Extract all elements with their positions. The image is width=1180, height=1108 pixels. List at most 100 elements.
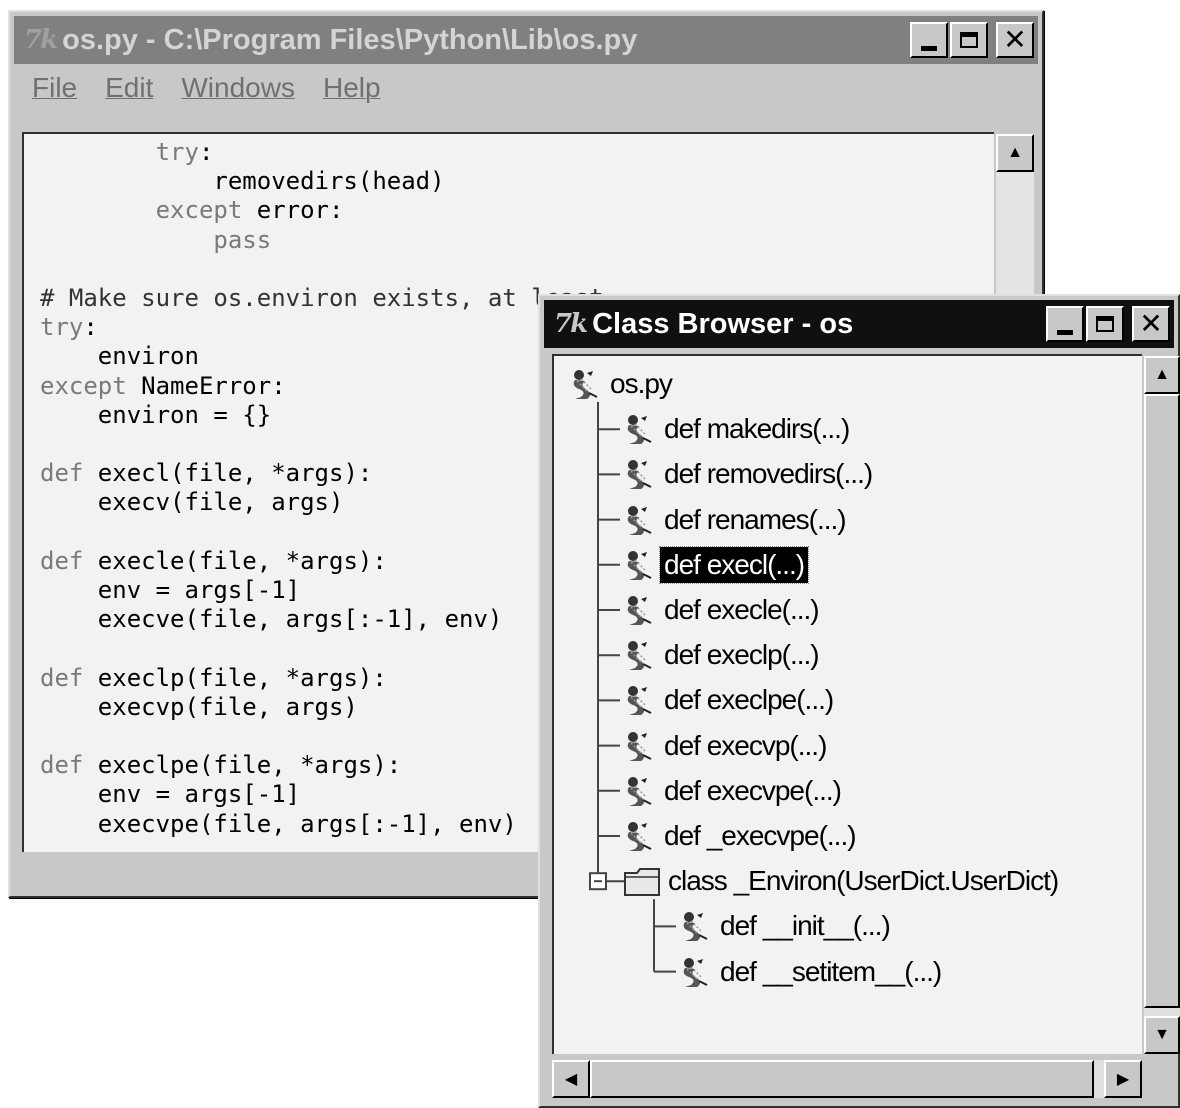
arrow-left-icon: ◀	[564, 1071, 578, 1088]
python-snake-icon	[618, 500, 658, 540]
arrow-right-icon: ▶	[1116, 1071, 1130, 1088]
tree-function-node[interactable]: def execlp(...)	[618, 635, 823, 675]
arrow-up-icon: ▲	[1007, 144, 1023, 161]
menu-windows[interactable]: Windows	[181, 72, 295, 104]
menu-edit[interactable]: Edit	[105, 72, 153, 104]
tree-method-node[interactable]: def __init__(...)	[674, 906, 894, 946]
tree-root-node[interactable]: os.py	[564, 364, 676, 404]
menu-help[interactable]: Help	[323, 72, 381, 104]
scroll-up-button[interactable]: ▲	[996, 134, 1034, 172]
minimize-button[interactable]	[1046, 306, 1084, 342]
tree-function-node[interactable]: def makedirs(...)	[618, 409, 853, 449]
tree-node-label: def execlpe(...)	[664, 684, 834, 716]
tree-node-label: def __init__(...)	[720, 910, 891, 942]
code-text-segment: # Make sure os.environ exists, at least	[40, 284, 604, 313]
menu-bar: File Edit Windows Help	[32, 72, 381, 104]
code-keyword: try	[40, 313, 84, 342]
code-line: # Make sure os.environ exists, at least	[40, 284, 604, 312]
scroll-left-button[interactable]: ◀	[552, 1060, 590, 1098]
python-snake-icon	[618, 726, 658, 766]
code-text-segment: execlp(file, *args):	[83, 663, 387, 692]
menu-file[interactable]: File	[32, 72, 77, 104]
code-text-segment: execv(file, args)	[97, 488, 344, 517]
code-keyword: def	[40, 546, 84, 575]
code-text: try: removedirs(head) except error: pass…	[40, 138, 604, 839]
code-text-segment: error:	[242, 196, 344, 225]
tree-node-label: def _execvpe(...)	[664, 820, 857, 851]
editor-titlebar[interactable]: 7k os.py - C:\Program Files\Python\Lib\o…	[14, 16, 1038, 64]
tree-function-node[interactable]: def removedirs(...)	[618, 454, 876, 494]
tree-function-node[interactable]: def execlpe(...)	[618, 680, 837, 720]
code-line: execvp(file, args)	[40, 693, 358, 721]
scroll-right-button[interactable]: ▶	[1104, 1060, 1142, 1098]
code-line: environ	[40, 342, 199, 370]
python-snake-icon	[674, 906, 714, 946]
code-text-segment: :	[198, 138, 214, 166]
code-line: def execl(file, *args):	[40, 459, 372, 487]
code-text-segment: execvpe(file, args[:-1], env)	[97, 809, 517, 838]
close-button[interactable]: ✕	[1132, 306, 1170, 342]
tree-node-label: def makedirs(...)	[664, 413, 850, 445]
code-line: env = args[-1]	[40, 780, 300, 808]
tree-function-node[interactable]: def _execvpe(...)	[618, 816, 860, 856]
code-text-segment: removedirs(head)	[213, 167, 445, 196]
tree-node-label: def execlp(...)	[664, 639, 820, 671]
tree-function-node[interactable]: def execvpe(...)	[618, 771, 845, 811]
class-tree[interactable]: os.py def makedirs(...) def removedirs(...…	[552, 354, 1142, 1054]
tree-node-label: def execvp(...)	[664, 729, 827, 761]
code-text-segment: :	[83, 313, 98, 342]
code-line: env = args[-1]	[40, 576, 300, 604]
tree-node-label: def execl(...)	[658, 545, 810, 584]
tree-node-label: os.py	[610, 368, 673, 399]
close-button[interactable]: ✕	[996, 22, 1034, 58]
code-keyword: def	[40, 663, 84, 692]
browser-titlebar[interactable]: 7k Class Browser - os ✕	[544, 300, 1174, 348]
tree-function-node[interactable]: def execl(...)	[618, 545, 810, 585]
code-line: try:	[40, 313, 98, 341]
code-line: def execlpe(file, *args):	[40, 751, 401, 779]
code-line: execve(file, args[:-1], env)	[40, 605, 503, 633]
python-snake-icon	[618, 771, 658, 811]
python-snake-icon	[618, 590, 658, 630]
tree-class-node[interactable]: class _Environ(UserDict.UserDict)	[622, 861, 1062, 901]
tree-node-label: def removedirs(...)	[664, 458, 873, 490]
code-line: except NameError:	[40, 372, 286, 400]
browser-vertical-scrollbar[interactable]: ▲ ▼	[1144, 356, 1180, 1054]
folder-icon	[622, 861, 662, 901]
close-icon: ✕	[1139, 307, 1163, 340]
maximize-button[interactable]	[950, 22, 988, 58]
tree-function-node[interactable]: def renames(...)	[618, 500, 850, 540]
code-text-segment: execle(file, *args):	[83, 546, 387, 575]
code-text-segment: env = args[-1]	[97, 780, 301, 809]
python-snake-icon	[564, 364, 604, 404]
scrollbar-thumb[interactable]	[590, 1060, 1094, 1098]
tree-node-label: class _Environ(UserDict.UserDict)	[668, 865, 1059, 897]
tree-method-node[interactable]: def __setitem__(...)	[674, 952, 945, 992]
tree-function-node[interactable]: def execvp(...)	[618, 726, 830, 766]
browser-horizontal-scrollbar[interactable]: ◀ ▶	[552, 1060, 1142, 1098]
maximize-icon	[960, 32, 978, 48]
tree-node-label: def __setitem__(...)	[720, 955, 942, 987]
python-snake-icon	[618, 454, 658, 494]
code-text-segment: environ = {}	[97, 400, 272, 429]
tree-node-label: def renames(...)	[664, 503, 847, 535]
code-line: def execle(file, *args):	[40, 547, 387, 575]
minimize-button[interactable]	[910, 22, 948, 58]
code-text-segment: execlpe(file, *args):	[83, 751, 402, 780]
code-line: execv(file, args)	[40, 488, 344, 517]
scrollbar-thumb[interactable]	[1144, 394, 1180, 1008]
python-snake-icon	[618, 545, 658, 585]
code-line: removedirs(head)	[40, 167, 445, 196]
tree-node-label: def execvpe(...)	[664, 774, 842, 806]
scroll-down-button[interactable]: ▼	[1144, 1016, 1180, 1054]
python-snake-icon	[618, 816, 658, 856]
maximize-button[interactable]	[1086, 306, 1124, 342]
python-snake-icon	[618, 409, 658, 449]
code-keyword: pass	[213, 225, 272, 254]
scroll-up-button[interactable]: ▲	[1144, 356, 1180, 394]
tree-function-node[interactable]: def execle(...)	[618, 590, 823, 630]
code-line: pass	[40, 226, 271, 254]
editor-title: os.py - C:\Program Files\Python\Lib\os.p…	[62, 23, 638, 56]
code-line: execvpe(file, args[:-1], env)	[40, 810, 517, 838]
code-keyword: try	[155, 138, 199, 166]
